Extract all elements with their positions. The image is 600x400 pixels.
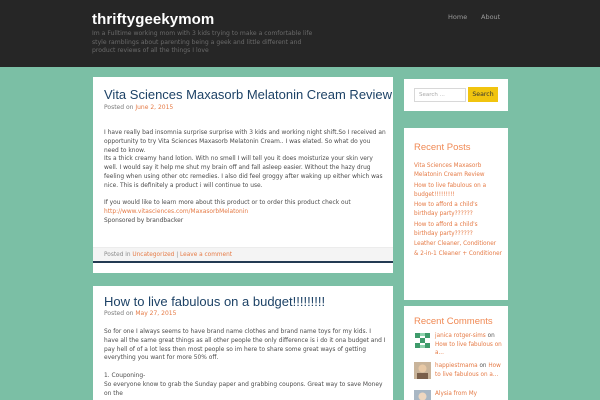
post-paragraph: Its a thick creamy hand lotion. With no … (104, 156, 383, 189)
comment-text: Alysia from My (435, 390, 503, 399)
post-footer: Posted in Uncategorized | Leave a commen… (93, 247, 393, 263)
comment-author-link[interactable]: janica rotger-sims (435, 333, 486, 339)
user-photo-avatar (414, 362, 431, 379)
comment-on-label: on (479, 363, 487, 369)
post-meta: Posted on June 2, 2015 (104, 104, 173, 111)
post-content: So for one I always seems to have brand … (104, 328, 386, 398)
post-paragraph: If you would like to learn more about th… (104, 200, 351, 207)
post-sponsor: Sponsored by brandbacker (104, 217, 184, 224)
recent-post-link[interactable]: How to afford a child's birthday party??… (414, 221, 502, 241)
post-meta-prefix: Posted on (104, 104, 134, 111)
recent-post-link[interactable]: Leather Cleaner, Conditioner & 2-in-1 Cl… (414, 240, 502, 260)
post-date-link[interactable]: June 2, 2015 (135, 104, 173, 111)
comment-text: janica rotger-sims on How to live fabulo… (435, 332, 503, 358)
search-input[interactable]: Search ... (414, 88, 466, 102)
recent-post-link[interactable]: How to afford a child's birthday party??… (414, 201, 502, 221)
leave-comment-link[interactable]: Leave a comment (180, 252, 232, 258)
post-card: Vita Sciences Maxasorb Melatonin Cream R… (93, 77, 393, 273)
search-widget: Search ... Search (404, 79, 508, 111)
nav-about-link[interactable]: About (481, 13, 500, 21)
post-paragraph: So for one I always seems to have brand … (104, 329, 386, 362)
recent-comments-widget: Recent Comments janica rotger-sims on Ho… (404, 306, 508, 400)
post-date-link[interactable]: May 27, 2015 (135, 310, 176, 317)
site-description: Im a Fulltime working mom with 3 kids tr… (92, 30, 313, 55)
post-paragraph: I have really bad insomnia surprise surp… (104, 130, 386, 154)
post-content: I have really bad insomnia surprise surp… (104, 129, 386, 226)
site-title[interactable]: thriftygeekymom (92, 11, 214, 28)
nav-home-link[interactable]: Home (448, 13, 467, 21)
search-button[interactable]: Search (468, 87, 498, 102)
post-title[interactable]: How to live fabulous on a budget!!!!!!!!… (104, 294, 325, 309)
post-footer-prefix: Posted in (104, 252, 131, 258)
post-meta-prefix: Posted on (104, 310, 134, 317)
recent-posts-title: Recent Posts (414, 142, 471, 153)
post-paragraph: 1. Couponing- (104, 372, 146, 379)
comment-author-link[interactable]: Alysia from My (435, 391, 477, 397)
identicon-avatar (414, 332, 431, 349)
comment-author-link[interactable]: happiestmama (435, 363, 478, 369)
recent-post-link[interactable]: Vita Sciences Maxasorb Melatonin Cream R… (414, 162, 502, 182)
recent-posts-list: Vita Sciences Maxasorb Melatonin Cream R… (414, 162, 502, 260)
comment-post-link[interactable]: How to live fabulous on a... (435, 342, 502, 357)
post-title[interactable]: Vita Sciences Maxasorb Melatonin Cream R… (104, 87, 392, 102)
recent-comments-title: Recent Comments (414, 316, 493, 327)
recent-post-link[interactable]: How to live fabulous on a budget!!!!!!!!… (414, 182, 502, 202)
product-link[interactable]: http://www.vitasciences.com/MaxasorbMela… (104, 208, 386, 217)
post-paragraph: So everyone know to grab the Sunday pape… (104, 381, 383, 397)
comment-on-label: on (487, 333, 495, 339)
comment-text: happiestmama on How to live fabulous on … (435, 362, 503, 379)
site-header: thriftygeekymom Im a Fulltime working mo… (0, 0, 600, 67)
category-link[interactable]: Uncategorized (132, 252, 174, 258)
recent-posts-widget: Recent Posts Vita Sciences Maxasorb Mela… (404, 128, 508, 300)
post-meta: Posted on May 27, 2015 (104, 310, 176, 317)
user-photo-avatar (414, 390, 431, 400)
post-card: How to live fabulous on a budget!!!!!!!!… (93, 286, 393, 400)
